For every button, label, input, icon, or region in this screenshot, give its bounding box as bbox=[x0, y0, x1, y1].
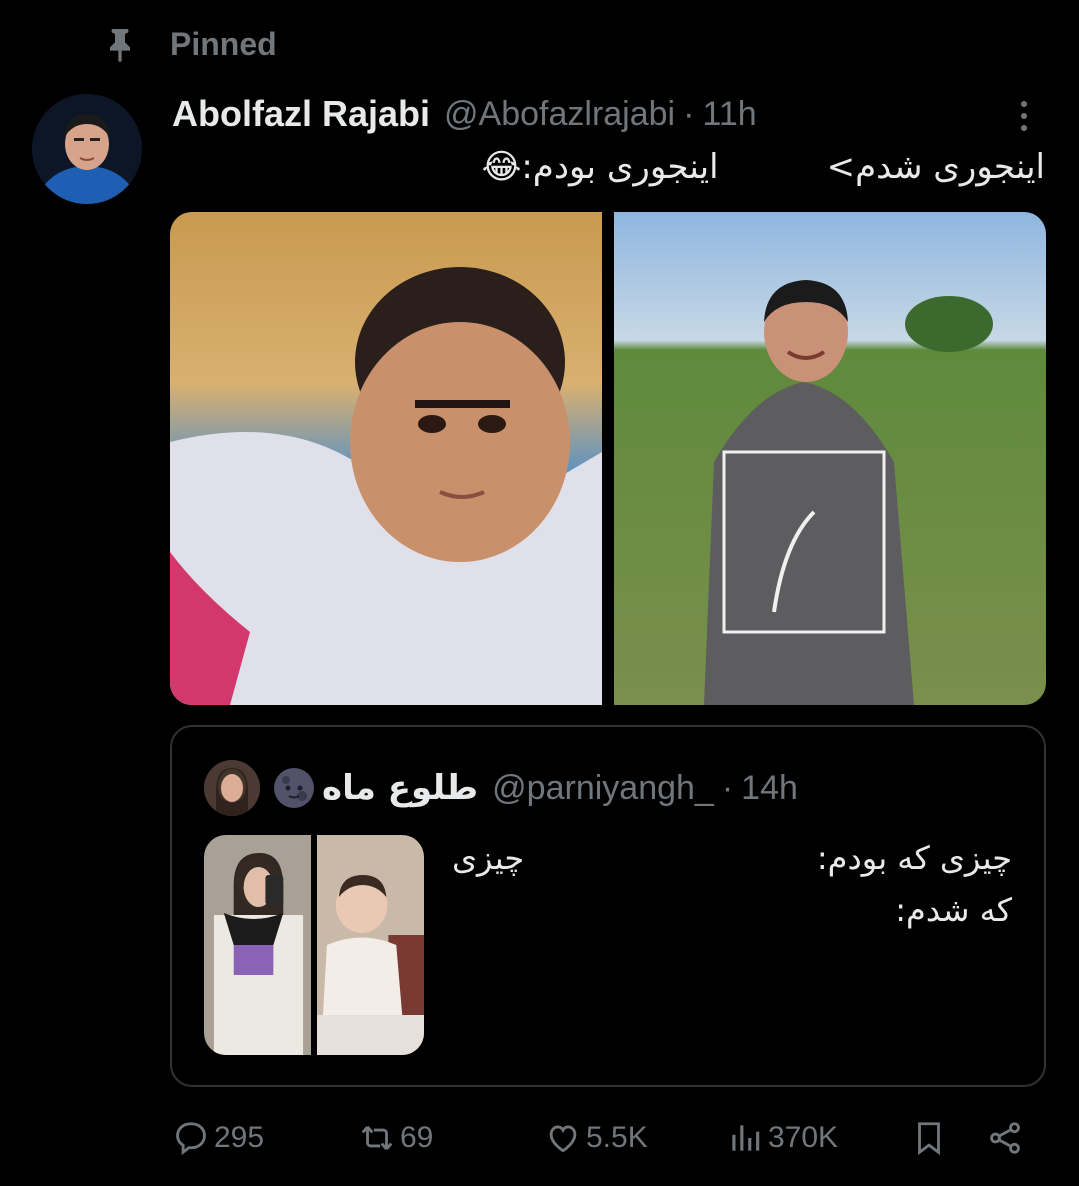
views-button[interactable]: 370K bbox=[726, 1110, 838, 1166]
like-count: 5.5K bbox=[586, 1121, 648, 1154]
share-icon bbox=[990, 1122, 1020, 1154]
quoted-tweet[interactable]: طلوع ماه @parniyangh_ · 14h چیزی که بودم… bbox=[170, 725, 1046, 1087]
quote-text-line2: که شدم: bbox=[895, 891, 1012, 929]
views-count: 370K bbox=[768, 1121, 839, 1154]
new-moon-face-icon bbox=[274, 768, 314, 808]
tweet-media bbox=[170, 212, 1046, 705]
quote-photo-1 bbox=[204, 835, 311, 1055]
reply-icon bbox=[176, 1122, 206, 1156]
quote-photo-2 bbox=[317, 835, 424, 1055]
author-name[interactable]: Abolfazl Rajabi bbox=[172, 93, 430, 135]
like-button[interactable]: 5.5K bbox=[544, 1110, 648, 1166]
repost-icon bbox=[361, 1125, 393, 1151]
quote-time[interactable]: 14h bbox=[741, 769, 798, 808]
quote-author-handle[interactable]: @parniyangh_ bbox=[492, 769, 714, 808]
tweet-text: اینجوری شدم> اینجوری بودم:😂 bbox=[481, 147, 1045, 187]
reply-button[interactable]: 295 bbox=[172, 1110, 264, 1166]
bookmark-button[interactable] bbox=[910, 1110, 948, 1166]
quote-header: طلوع ماه @parniyangh_ · 14h bbox=[204, 760, 798, 816]
media-photo-2[interactable] bbox=[614, 212, 1046, 705]
quote-author-name[interactable]: طلوع ماه bbox=[322, 768, 478, 808]
tweet-page: Pinned Abolfazl Rajabi @Abofazlrajabi · … bbox=[0, 0, 1079, 1186]
analytics-icon bbox=[732, 1125, 760, 1151]
heart-icon bbox=[549, 1125, 577, 1153]
repost-button[interactable]: 69 bbox=[358, 1110, 433, 1166]
bookmark-icon bbox=[918, 1122, 940, 1156]
quote-media[interactable] bbox=[204, 835, 424, 1055]
separator-dot: · bbox=[683, 94, 695, 133]
author-avatar[interactable] bbox=[32, 94, 142, 204]
more-options-icon[interactable] bbox=[1009, 96, 1039, 136]
quote-text: چیزی که بودم: چیزی که شدم: bbox=[452, 839, 1012, 929]
quote-text-line1a: چیزی که بودم: bbox=[816, 839, 1012, 877]
pin-icon bbox=[110, 29, 130, 63]
quote-avatar[interactable] bbox=[204, 760, 260, 816]
pinned-label: Pinned bbox=[170, 25, 277, 62]
tweet-time[interactable]: 11h bbox=[702, 95, 756, 134]
share-button[interactable] bbox=[986, 1110, 1024, 1166]
reply-count: 295 bbox=[214, 1121, 265, 1154]
media-photo-1[interactable] bbox=[170, 212, 602, 705]
repost-count: 69 bbox=[400, 1121, 434, 1154]
separator-dot: · bbox=[721, 768, 734, 807]
tweet-header: Abolfazl Rajabi @Abofazlrajabi · 11h bbox=[172, 90, 1019, 138]
author-handle[interactable]: @Abofazlrajabi bbox=[444, 95, 675, 134]
pinned-row: Pinned bbox=[100, 22, 277, 66]
tweet-actions: 295 69 5.5K 370K bbox=[172, 1110, 1032, 1166]
quote-text-line1b: چیزی bbox=[452, 839, 525, 877]
